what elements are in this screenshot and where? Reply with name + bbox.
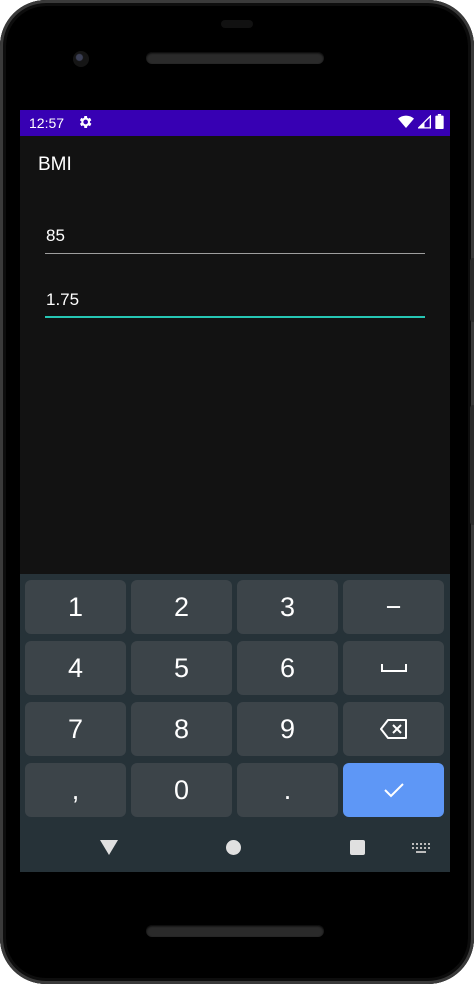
key-4[interactable]: 4: [25, 641, 126, 695]
back-icon[interactable]: [100, 840, 118, 855]
bottom-speaker: [146, 925, 324, 937]
front-camera: [73, 51, 89, 67]
check-icon: [383, 783, 404, 798]
key-7[interactable]: 7: [25, 702, 126, 756]
numeric-keyboard: 1 2 3 − 4 5 6 7 8 9 , 0 .: [20, 574, 450, 872]
key-minus[interactable]: −: [343, 580, 444, 634]
height-value: 1.75: [46, 290, 80, 309]
key-label: −: [385, 591, 402, 622]
key-label: 6: [279, 652, 296, 683]
key-period[interactable]: .: [237, 763, 338, 817]
key-label: .: [283, 774, 292, 805]
key-space[interactable]: [343, 641, 444, 695]
key-label: 8: [173, 713, 190, 744]
key-label: ,: [71, 774, 80, 805]
signal-icon: [418, 114, 431, 128]
top-sensor: [221, 20, 253, 28]
home-icon[interactable]: [226, 840, 241, 855]
key-9[interactable]: 9: [237, 702, 338, 756]
key-8[interactable]: 8: [131, 702, 232, 756]
volume-button: [470, 405, 474, 525]
key-label: 7: [67, 713, 84, 744]
app-title: BMI: [38, 154, 72, 175]
field-underline: [45, 253, 425, 254]
weight-value: 85: [46, 226, 65, 245]
wifi-icon: [398, 115, 414, 128]
weight-field[interactable]: 85: [45, 218, 425, 254]
key-5[interactable]: 5: [131, 641, 232, 695]
screen: 12:57 BMI 85 1.75 1 2 3 − 4 5 6 7 8 9 , …: [20, 110, 450, 872]
status-icons: [398, 114, 444, 129]
key-label: 4: [67, 652, 84, 683]
status-bar: 12:57: [20, 110, 450, 136]
status-time: 12:57: [29, 115, 65, 131]
key-label: 2: [173, 591, 190, 622]
key-2[interactable]: 2: [131, 580, 232, 634]
key-label: 0: [173, 774, 190, 805]
key-backspace[interactable]: [343, 702, 444, 756]
settings-icon: [79, 116, 92, 128]
key-1[interactable]: 1: [25, 580, 126, 634]
navigation-bar: [20, 824, 450, 872]
key-label: 1: [67, 591, 84, 622]
height-field[interactable]: 1.75: [45, 282, 425, 318]
key-label: 3: [279, 591, 296, 622]
keyboard-switch-icon[interactable]: [412, 843, 430, 853]
key-label: 5: [173, 652, 190, 683]
field-underline-focused: [45, 316, 425, 318]
phone-frame: 12:57 BMI 85 1.75 1 2 3 − 4 5 6 7 8 9 , …: [0, 0, 474, 984]
key-3[interactable]: 3: [237, 580, 338, 634]
key-0[interactable]: 0: [131, 763, 232, 817]
key-done[interactable]: [343, 763, 444, 817]
key-label: 9: [279, 713, 296, 744]
battery-icon: [435, 114, 444, 129]
recents-icon[interactable]: [350, 840, 365, 855]
earpiece-speaker: [146, 52, 324, 64]
power-button: [470, 258, 474, 322]
backspace-icon: [379, 719, 407, 739]
key-comma[interactable]: ,: [25, 763, 126, 817]
space-icon: [380, 664, 407, 672]
key-6[interactable]: 6: [237, 641, 338, 695]
